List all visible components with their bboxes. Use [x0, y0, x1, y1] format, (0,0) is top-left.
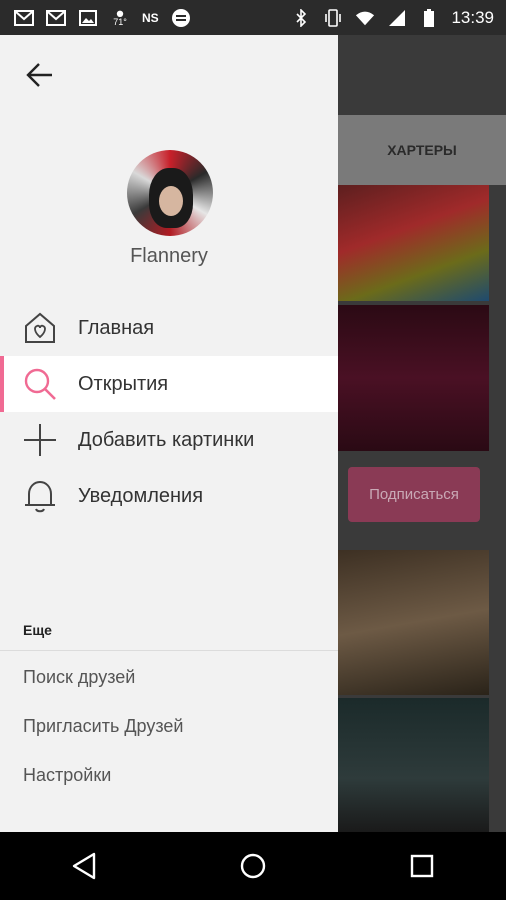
navigation-drawer: Flannery Главная Открытия Добавить карти… — [0, 35, 338, 832]
bluetooth-icon — [291, 8, 311, 27]
menu-item-add-pictures[interactable]: Добавить картинки — [0, 412, 338, 468]
menu-item-label: Открытия — [78, 372, 169, 395]
find-friends-link[interactable]: Поиск друзей — [0, 653, 338, 702]
username[interactable]: Flannery — [0, 245, 338, 268]
background-feed: ХАРТЕРЫ Подписаться — [338, 35, 506, 832]
drawer-menu: Главная Открытия Добавить картинки Уведо… — [0, 300, 338, 524]
feed-image — [338, 698, 489, 832]
signal-icon — [387, 9, 407, 27]
bell-icon — [20, 476, 60, 516]
weather-icon: 71° — [110, 9, 130, 27]
image-icon — [78, 9, 98, 27]
nav-home-button[interactable] — [223, 836, 283, 896]
menu-item-home[interactable]: Главная — [0, 300, 338, 356]
weather-temp: 71° — [113, 16, 127, 27]
search-icon — [20, 364, 60, 404]
background-header: ХАРТЕРЫ — [338, 115, 506, 185]
menu-item-label: Добавить картинки — [78, 428, 255, 451]
subscribe-button: Подписаться — [348, 467, 480, 522]
feed-image — [338, 305, 489, 451]
sync-icon — [171, 8, 191, 27]
invite-friends-link[interactable]: Пригласить Друзей — [0, 702, 338, 751]
menu-item-notifications[interactable]: Уведомления — [0, 468, 338, 524]
divider — [0, 650, 338, 651]
ns-label: NS — [142, 10, 159, 25]
more-section-title: Еще — [23, 622, 52, 638]
vibrate-icon — [323, 8, 343, 27]
square-recents-icon — [410, 854, 433, 878]
menu-item-discover[interactable]: Открытия — [0, 356, 338, 412]
feed-image — [338, 185, 489, 301]
system-navigation-bar — [0, 832, 506, 900]
more-list: Поиск друзей Пригласить Друзей Настройки — [0, 653, 338, 800]
arrow-left-icon — [26, 63, 52, 87]
home-heart-icon — [20, 308, 60, 348]
nav-back-button[interactable] — [54, 836, 114, 896]
menu-item-label: Уведомления — [78, 484, 204, 507]
avatar[interactable] — [127, 150, 213, 236]
back-button[interactable] — [20, 55, 60, 95]
nav-recents-button[interactable] — [392, 836, 452, 896]
status-bar: 71° NS 13:39 — [0, 0, 506, 35]
gmail-icon — [14, 9, 34, 27]
triangle-back-icon — [73, 852, 96, 880]
clock: 13:39 — [451, 7, 494, 27]
circle-home-icon — [240, 853, 266, 879]
menu-item-label: Главная — [78, 316, 155, 339]
battery-icon — [419, 8, 439, 27]
gmail-icon — [46, 9, 66, 27]
feed-image — [338, 550, 489, 695]
plus-icon — [20, 420, 60, 460]
settings-link[interactable]: Настройки — [0, 751, 338, 800]
wifi-icon — [355, 9, 375, 27]
